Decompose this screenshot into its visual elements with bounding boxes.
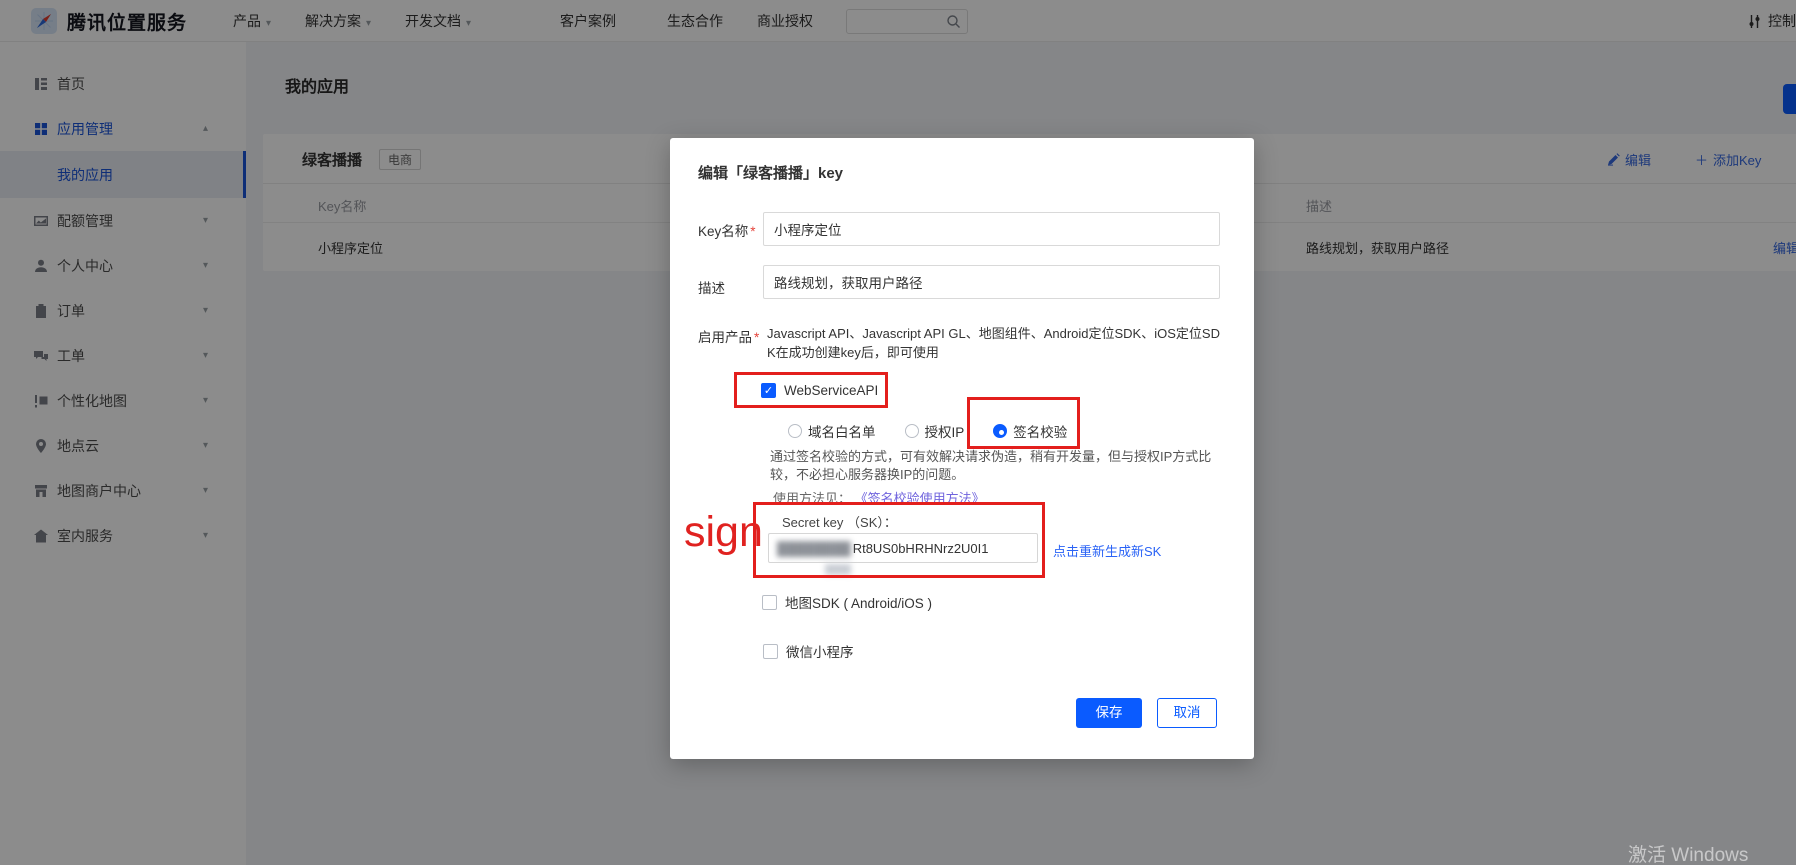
description-label: 描述 (698, 277, 725, 297)
webservice-api-checkbox-row[interactable]: ✓ WebServiceAPI (761, 383, 878, 398)
secret-key-field[interactable]: ████████ Rt8US0bHRHNrz2U0I1 (768, 533, 1038, 563)
mini-program-checkbox-row[interactable]: 微信小程序 (763, 641, 854, 661)
signature-usage-link[interactable]: 《签名校验使用方法》 (855, 491, 985, 506)
app-root: 腾讯位置服务 产品▾ 解决方案▾ 开发文档▾ 客户案例 生态合作 商业授权 控制… (0, 0, 1796, 865)
webservice-api-label: WebServiceAPI (784, 383, 878, 398)
key-name-label: Key名称* (698, 220, 756, 240)
radio-authorized-ip[interactable]: 授权IP (905, 421, 965, 441)
description-input[interactable] (763, 265, 1220, 299)
map-sdk-label: 地图SDK ( Android/iOS ) (785, 592, 932, 612)
radio-signature-verify[interactable]: 签名校验 (993, 421, 1067, 441)
auth-mode-radio-group: 域名白名单 授权IP 签名校验 (788, 421, 1067, 441)
radio-domain-whitelist[interactable]: 域名白名单 (788, 421, 876, 441)
map-sdk-checkbox-row[interactable]: 地图SDK ( Android/iOS ) (762, 592, 932, 612)
cancel-button[interactable]: 取消 (1157, 698, 1217, 728)
key-name-input[interactable] (763, 212, 1220, 246)
masked-blob (825, 564, 851, 575)
secret-key-label: Secret key （SK）： (782, 512, 897, 531)
save-button[interactable]: 保存 (1076, 698, 1142, 728)
required-asterisk: * (750, 224, 755, 239)
mini-program-label: 微信小程序 (786, 641, 854, 661)
checkbox-unchecked-icon[interactable] (762, 595, 777, 610)
modal-title: 编辑「绿客播播」key (698, 162, 843, 183)
usage-line: 使用方法见： 《签名校验使用方法》 (773, 488, 985, 507)
enabled-products-description: Javascript API、Javascript API GL、地图组件、An… (767, 324, 1225, 362)
regenerate-sk-link[interactable]: 点击重新生成新SK (1053, 541, 1161, 560)
secret-key-visible-part: Rt8US0bHRHNrz2U0I1 (853, 541, 989, 556)
radio-on-icon[interactable] (993, 424, 1007, 438)
radio-off-icon[interactable] (905, 424, 919, 438)
checkbox-checked-icon[interactable]: ✓ (761, 383, 776, 398)
enabled-products-label: 启用产品* (698, 326, 759, 346)
required-asterisk: * (754, 330, 759, 345)
edit-key-modal: 编辑「绿客播播」key Key名称* 描述 启用产品* Javascript A… (670, 138, 1254, 759)
checkbox-unchecked-icon[interactable] (763, 644, 778, 659)
secret-key-masked-part: ████████ (777, 541, 851, 556)
signature-description: 通过签名校验的方式，可有效解决请求伪造，稍有开发量，但与授权IP方式比较，不必担… (770, 448, 1222, 484)
radio-off-icon[interactable] (788, 424, 802, 438)
